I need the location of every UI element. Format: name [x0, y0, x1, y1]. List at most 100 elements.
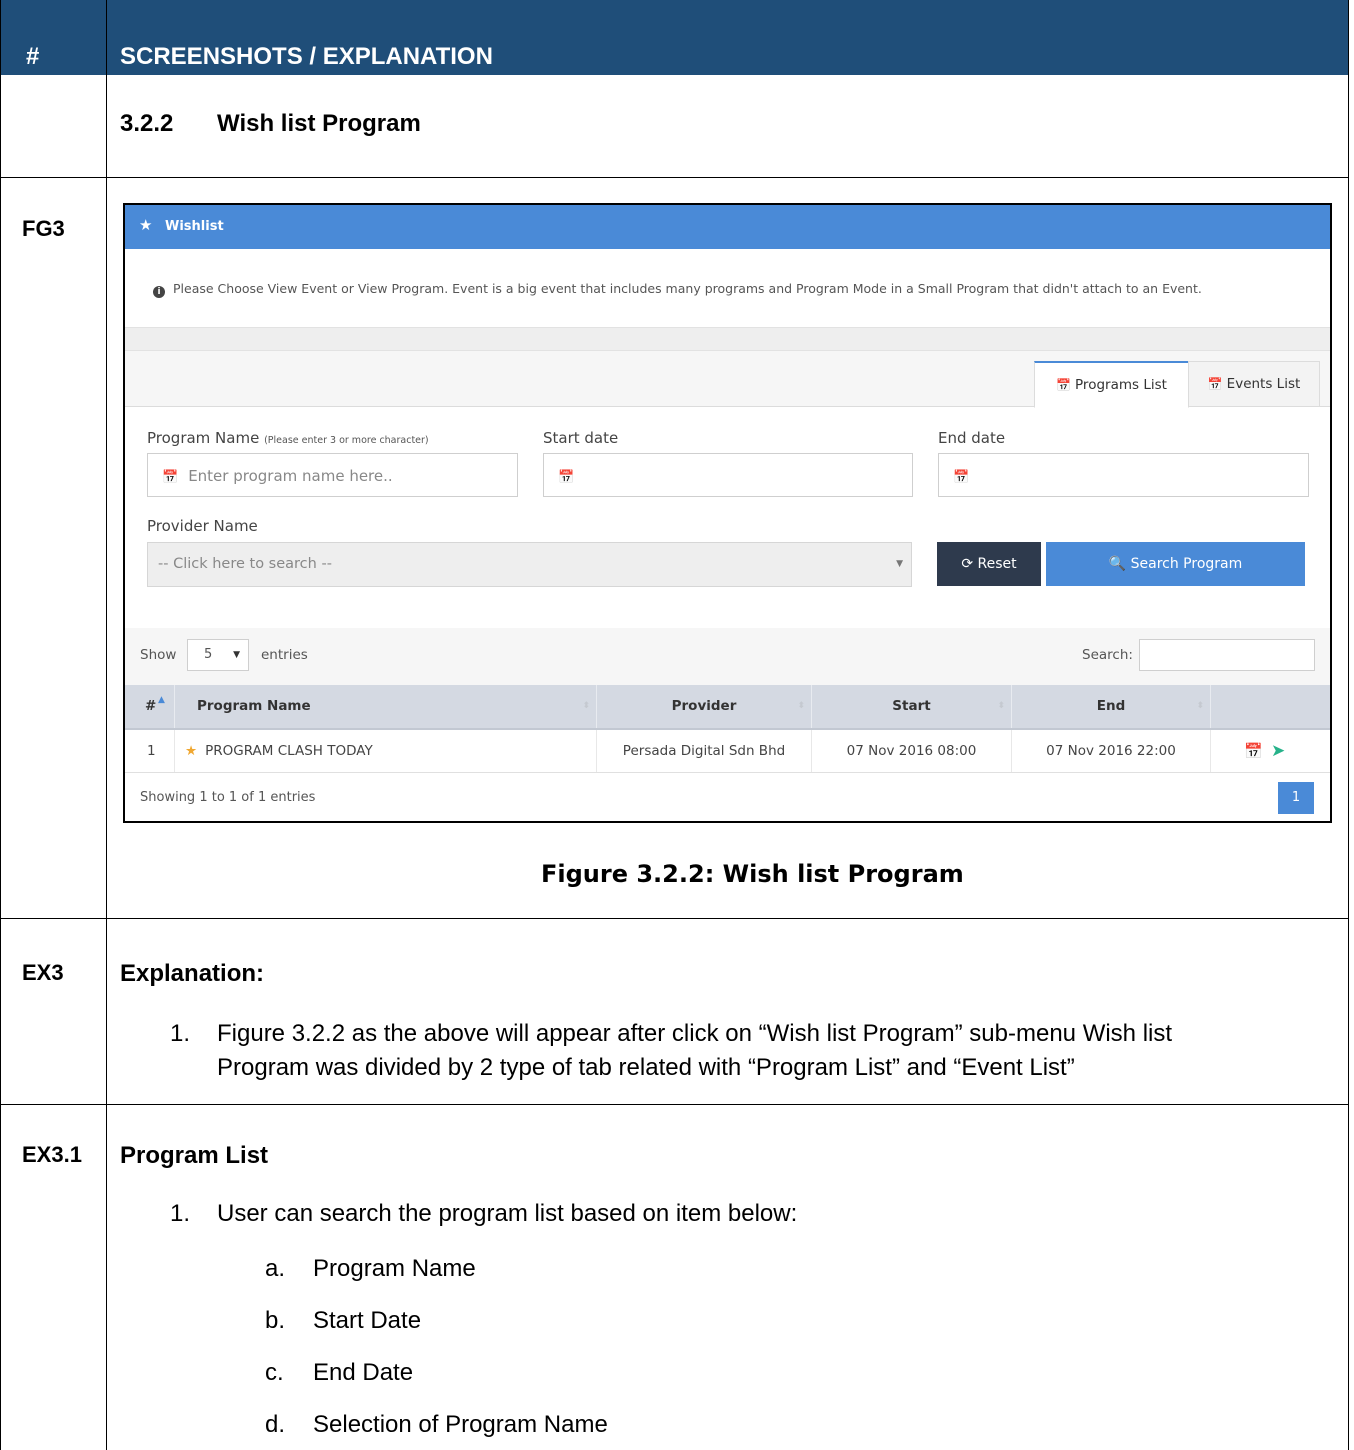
- sort-icon: ⬍: [797, 701, 805, 711]
- calendar-icon: 📅: [953, 470, 970, 485]
- column-header-text: #: [145, 698, 157, 714]
- column-header-program-name[interactable]: Program Name ⬍: [175, 685, 597, 728]
- program-name-input[interactable]: 📅 Enter program name here..: [147, 453, 518, 497]
- row-label-ex3: EX3: [22, 960, 64, 985]
- tab-label: Programs List: [1075, 377, 1167, 393]
- send-icon[interactable]: ➤: [1271, 730, 1285, 772]
- column-header-text: Start: [892, 698, 931, 714]
- subitem-letter: c.: [265, 1359, 284, 1386]
- program-name-placeholder: Enter program name here..: [188, 467, 393, 485]
- column-header-end[interactable]: End ⬍: [1012, 685, 1211, 728]
- column-header-start[interactable]: Start ⬍: [812, 685, 1012, 728]
- explanation-item-number: 1.: [170, 1020, 191, 1047]
- start-date-label: Start date: [543, 429, 619, 447]
- subitem-letter: a.: [265, 1255, 286, 1282]
- refresh-icon: ⟳: [961, 556, 974, 572]
- figure-caption: Figure 3.2.2: Wish list Program: [541, 860, 964, 888]
- sort-icon: ⬍: [582, 701, 590, 711]
- program-name-hint: (Please enter 3 or more character): [264, 435, 429, 446]
- sort-icon: ⬍: [997, 701, 1005, 711]
- wishlist-panel-header: ★ Wishlist: [125, 205, 1330, 249]
- cell-num: 1: [125, 730, 175, 772]
- reset-button[interactable]: ⟳ Reset: [937, 542, 1041, 586]
- row-divider: [0, 177, 1349, 178]
- explanation-title: Explanation:: [120, 960, 265, 987]
- caret-down-icon: ▼: [233, 650, 240, 660]
- document-page: # SCREENSHOTS / EXPLANATION 3.2.2 Wish l…: [0, 0, 1354, 1450]
- calendar-icon: 📅: [558, 470, 575, 485]
- table-border-left: [0, 0, 1, 1450]
- column-header-text: Provider: [671, 698, 737, 714]
- row-label-fg3: FG3: [22, 216, 65, 241]
- provider-placeholder: -- Click here to search --: [158, 556, 332, 572]
- column-header-num[interactable]: # ▲: [125, 685, 175, 728]
- table-column-divider: [106, 0, 107, 1450]
- provider-select[interactable]: -- Click here to search -- ▼: [147, 542, 912, 587]
- subitem-text: Start Date: [313, 1307, 422, 1334]
- tab-label: Events List: [1226, 376, 1301, 392]
- cell-actions: 📅 ➤: [1211, 730, 1330, 772]
- subitem-text: End Date: [313, 1359, 414, 1386]
- start-date-input[interactable]: 📅: [543, 453, 913, 497]
- sort-asc-icon: ▲: [158, 695, 165, 705]
- subitem-letter: d.: [265, 1411, 286, 1438]
- section-title: Wish list Program: [217, 110, 421, 137]
- subitem-text: Selection of Program Name: [313, 1411, 608, 1438]
- header-title: SCREENSHOTS / EXPLANATION: [120, 43, 493, 70]
- section-number: 3.2.2: [120, 110, 174, 137]
- end-date-input[interactable]: 📅: [938, 453, 1309, 497]
- calendar-icon: 📅: [1056, 378, 1072, 392]
- gray-band: [125, 327, 1330, 351]
- search-icon: 🔍: [1108, 556, 1127, 572]
- show-label: Show: [140, 647, 177, 663]
- pagination-page-1[interactable]: 1: [1278, 782, 1314, 814]
- table-row: 1 ★ PROGRAM CLASH TODAY Persada Digital S…: [125, 730, 1330, 773]
- sort-icon: ⬍: [1196, 701, 1204, 711]
- table-search-label: Search:: [1082, 647, 1133, 663]
- entries-value: 5: [204, 647, 213, 662]
- table-search-input[interactable]: [1139, 639, 1315, 671]
- info-message: i Please Choose View Event or View Progra…: [153, 281, 1202, 298]
- column-header-actions: [1211, 685, 1330, 728]
- caret-down-icon: ▼: [896, 559, 903, 569]
- tab-bar: 📅 Programs List 📅 Events List: [125, 351, 1330, 408]
- program-name-label-text: Program Name: [147, 429, 260, 447]
- explanation-line-1: Figure 3.2.2 as the above will appear af…: [217, 1020, 1173, 1047]
- program-list-item-text: User can search the program list based o…: [217, 1200, 798, 1227]
- calendar-icon: 📅: [1207, 377, 1223, 391]
- end-date-label: End date: [938, 429, 1006, 447]
- search-program-label: Search Program: [1130, 556, 1243, 572]
- row-divider: [0, 1104, 1349, 1105]
- table-info: Showing 1 to 1 of 1 entries: [140, 790, 316, 805]
- program-name-text: PROGRAM CLASH TODAY: [205, 743, 373, 759]
- star-icon[interactable]: ★: [185, 743, 197, 759]
- search-program-button[interactable]: 🔍 Search Program: [1046, 542, 1305, 586]
- calendar-icon: 📅: [162, 470, 179, 485]
- calendar-icon[interactable]: 📅: [1244, 730, 1263, 772]
- cell-provider: Persada Digital Sdn Bhd: [597, 730, 812, 772]
- table-border-right: [1348, 0, 1349, 1450]
- tab-events-list[interactable]: 📅 Events List: [1188, 361, 1320, 406]
- provider-name-label: Provider Name: [147, 517, 258, 535]
- cell-start: 07 Nov 2016 08:00: [812, 730, 1012, 772]
- info-text: Please Choose View Event or View Program…: [173, 281, 1202, 296]
- star-icon: ★: [139, 216, 153, 234]
- panel-title: Wishlist: [165, 219, 224, 234]
- program-name-label: Program Name (Please enter 3 or more cha…: [147, 429, 429, 447]
- cell-program-name: ★ PROGRAM CLASH TODAY: [175, 730, 597, 772]
- table-header: # SCREENSHOTS / EXPLANATION: [0, 0, 1349, 75]
- explanation-line-2: Program was divided by 2 type of tab rel…: [217, 1054, 1075, 1081]
- subitem-text: Program Name: [313, 1255, 476, 1282]
- program-list-title: Program List: [120, 1142, 269, 1169]
- column-header-text: Program Name: [197, 698, 311, 714]
- subitem-letter: b.: [265, 1307, 286, 1334]
- wishlist-screenshot: ★ Wishlist i Please Choose View Event or …: [123, 203, 1332, 823]
- header-hash: #: [26, 43, 40, 70]
- tab-programs-list[interactable]: 📅 Programs List: [1034, 361, 1189, 408]
- program-list-item-number: 1.: [170, 1200, 191, 1227]
- row-divider: [0, 918, 1349, 919]
- reset-label: Reset: [977, 556, 1017, 572]
- entries-label: entries: [261, 647, 308, 663]
- column-header-provider[interactable]: Provider ⬍: [597, 685, 812, 728]
- entries-select[interactable]: 5 ▼: [187, 639, 249, 671]
